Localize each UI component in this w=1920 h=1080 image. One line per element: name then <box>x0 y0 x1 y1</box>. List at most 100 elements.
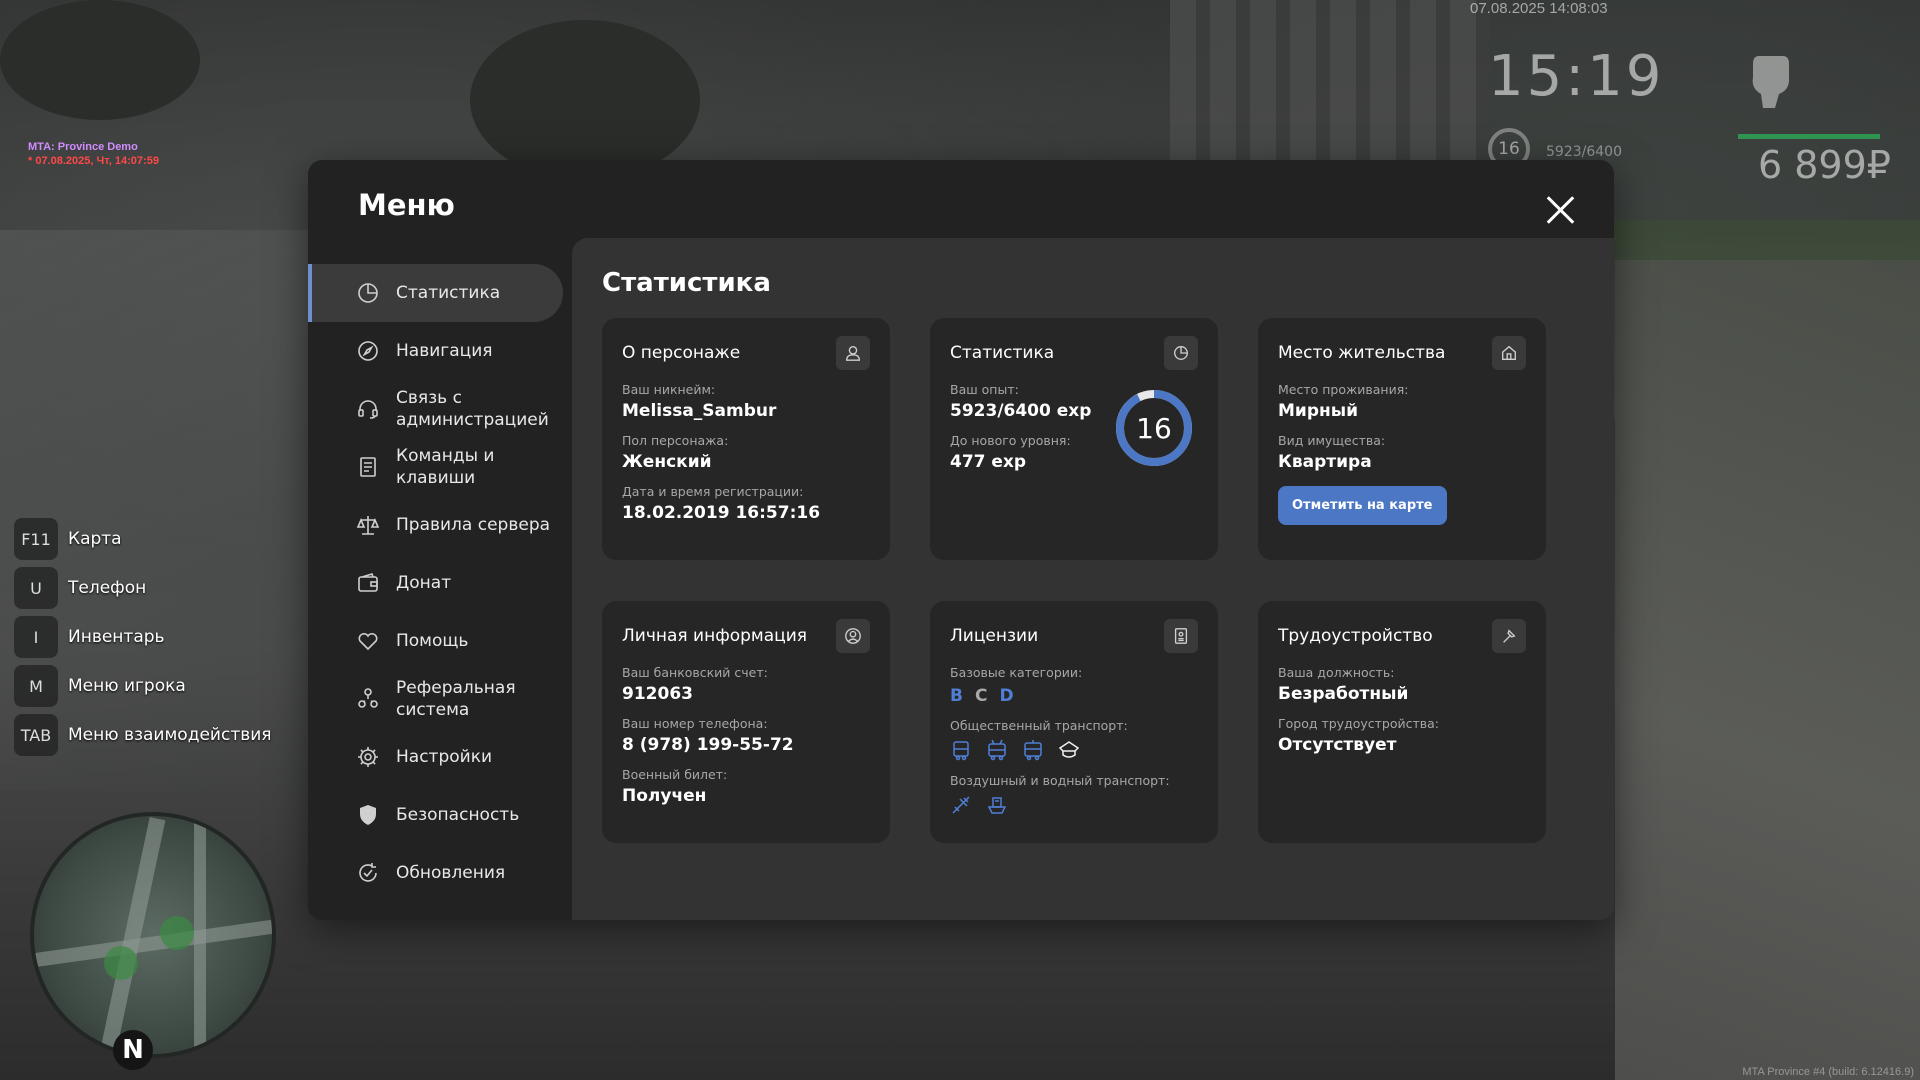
field-label: Вид имущества: <box>1278 433 1386 448</box>
house-marker-icon <box>160 916 194 950</box>
sidebar-item-label: Статистика <box>396 283 501 303</box>
sidebar-item-security[interactable]: Безопасность <box>308 786 563 844</box>
residence-card: Место жительства Место проживания: Мирны… <box>1258 318 1546 560</box>
sidebar-item-label: Донат <box>396 573 452 593</box>
card-title: Место жительства <box>1278 343 1446 363</box>
property-type-value: Квартира <box>1278 452 1372 472</box>
air-water-licenses <box>950 794 1198 816</box>
residence-place-value: Мирный <box>1278 401 1359 421</box>
sidebar-item-commands[interactable]: Команды и клавиши <box>308 438 563 496</box>
hotkey-label: Меню игрока <box>68 676 186 696</box>
sidebar-item-label: Обновления <box>396 863 506 883</box>
hotkey-key: F11 <box>14 518 58 560</box>
sidebar-item-label: Реферальная система <box>396 678 516 720</box>
level-number: 16 <box>1136 411 1172 445</box>
plane-icon <box>952 796 970 814</box>
id-card-icon <box>1164 619 1198 653</box>
sidebar-item-statistics[interactable]: Статистика <box>308 264 563 322</box>
minimap-road <box>34 918 272 968</box>
hud-money: 6 899₽ <box>1758 143 1891 187</box>
hotkey-interaction-menu[interactable]: TAB Меню взаимодействия <box>14 714 272 756</box>
fist-icon <box>1752 56 1789 108</box>
phone-number-value: 8 (978) 199-55-72 <box>622 735 794 755</box>
field-label: Город трудоустройства: <box>1278 716 1440 731</box>
personal-info-card: Личная информация Ваш банковский счет: 9… <box>602 601 890 843</box>
sidebar-item-server-rules[interactable]: Правила сервера <box>308 496 563 554</box>
hotkey-label: Инвентарь <box>68 627 165 647</box>
card-title: О персонаже <box>622 343 741 363</box>
background-pavement <box>1615 260 1920 1080</box>
background-building <box>1170 0 1490 180</box>
server-name: MTA: Province Demo <box>28 141 138 153</box>
field-label: Дата и время регистрации: <box>622 484 804 499</box>
hud-date: 07.08.2025 14:08:03 <box>1470 0 1608 17</box>
close-button[interactable] <box>1544 194 1576 226</box>
sidebar-item-label: Команды и клавиши <box>396 446 495 488</box>
hotkey-map[interactable]: F11 Карта <box>14 518 272 560</box>
refresh-check-icon <box>359 863 377 882</box>
job-position-value: Безработный <box>1278 684 1409 704</box>
bank-account-value: 912063 <box>622 684 693 704</box>
scales-icon <box>356 516 380 535</box>
hotkey-label: Меню взаимодействия <box>68 725 272 745</box>
minimap <box>30 812 276 1058</box>
card-title: Трудоустройство <box>1278 626 1433 646</box>
background-tree <box>0 0 200 120</box>
hotkey-key: I <box>14 616 58 658</box>
sidebar-item-referral[interactable]: Реферальная система <box>308 670 563 728</box>
hotkey-player-menu[interactable]: M Меню игрока <box>14 665 272 707</box>
headset-icon <box>358 400 378 419</box>
sidebar-item-updates[interactable]: Обновления <box>308 844 563 902</box>
sidebar-item-settings[interactable]: Настройки <box>308 728 563 786</box>
shield-icon <box>360 805 376 825</box>
compass-icon <box>358 341 378 361</box>
stats-card: Статистика Ваш опыт: 5923/6400 exp До но… <box>930 318 1218 560</box>
trolleybus-icon <box>988 739 1006 761</box>
content-title: Статистика <box>602 268 771 298</box>
sidebar-item-admin-contact[interactable]: Связь с администрацией <box>308 380 563 438</box>
field-label: Воздушный и водный транспорт: <box>950 773 1170 788</box>
card-title: Личная информация <box>622 626 808 646</box>
menu-sidebar: Статистика Навигация Связь с администрац… <box>308 264 572 902</box>
field-label: Ваш номер телефона: <box>622 716 768 731</box>
pie-chart-icon <box>358 283 378 303</box>
house-marker-icon <box>104 946 138 980</box>
hotkey-phone[interactable]: U Телефон <box>14 567 272 609</box>
card-title: Статистика <box>950 343 1055 363</box>
build-info: MTA Province #4 (build: 6.12416.9) <box>1742 1066 1914 1078</box>
sidebar-item-label: Правила сервера <box>396 515 551 535</box>
minimap-north-indicator: N <box>113 1030 153 1070</box>
character-card: О персонаже Ваш никнейм: Melissa_Sambur … <box>602 318 890 560</box>
sidebar-item-label: Безопасность <box>396 805 520 825</box>
sidebar-item-label: Навигация <box>396 341 493 361</box>
field-label: Базовые категории: <box>950 665 1083 680</box>
main-menu-window: Меню Статистика Навигация Связь с админи… <box>308 160 1614 920</box>
hotkey-key: M <box>14 665 58 707</box>
gender-value: Женский <box>622 452 712 472</box>
content-panel: Статистика О персонаже Ваш никнейм: Meli… <box>572 238 1614 920</box>
registration-date-value: 18.02.2019 16:57:16 <box>622 503 821 523</box>
pie-chart-icon <box>1164 336 1198 370</box>
heart-hands-icon <box>358 632 378 651</box>
field-label: Ваш никнейм: <box>622 382 716 397</box>
hotkey-inventory[interactable]: I Инвентарь <box>14 616 272 658</box>
people-icon <box>358 688 378 708</box>
user-icon <box>836 336 870 370</box>
card-title: Лицензии <box>950 626 1039 646</box>
license-category-d: D <box>999 686 1014 706</box>
home-icon <box>1492 336 1526 370</box>
field-label: Пол персонажа: <box>622 433 729 448</box>
document-icon <box>360 457 376 477</box>
background-tree <box>470 20 700 180</box>
nickname-value: Melissa_Sambur <box>622 401 777 421</box>
debug-datetime: * 07.08.2025, Чт, 14:07:59 <box>28 155 159 167</box>
sidebar-item-donate[interactable]: Донат <box>308 554 563 612</box>
hud-exp: 5923/6400 <box>1546 144 1622 160</box>
wallet-icon <box>358 573 378 592</box>
hammer-icon <box>1492 619 1526 653</box>
sidebar-item-navigation[interactable]: Навигация <box>308 322 563 380</box>
mark-on-map-button[interactable]: Отметить на карте <box>1278 486 1447 525</box>
sidebar-item-help[interactable]: Помощь <box>308 612 563 670</box>
licenses-card: Лицензии Базовые категории: B C D Общест… <box>930 601 1218 843</box>
boat-icon <box>987 797 1007 814</box>
